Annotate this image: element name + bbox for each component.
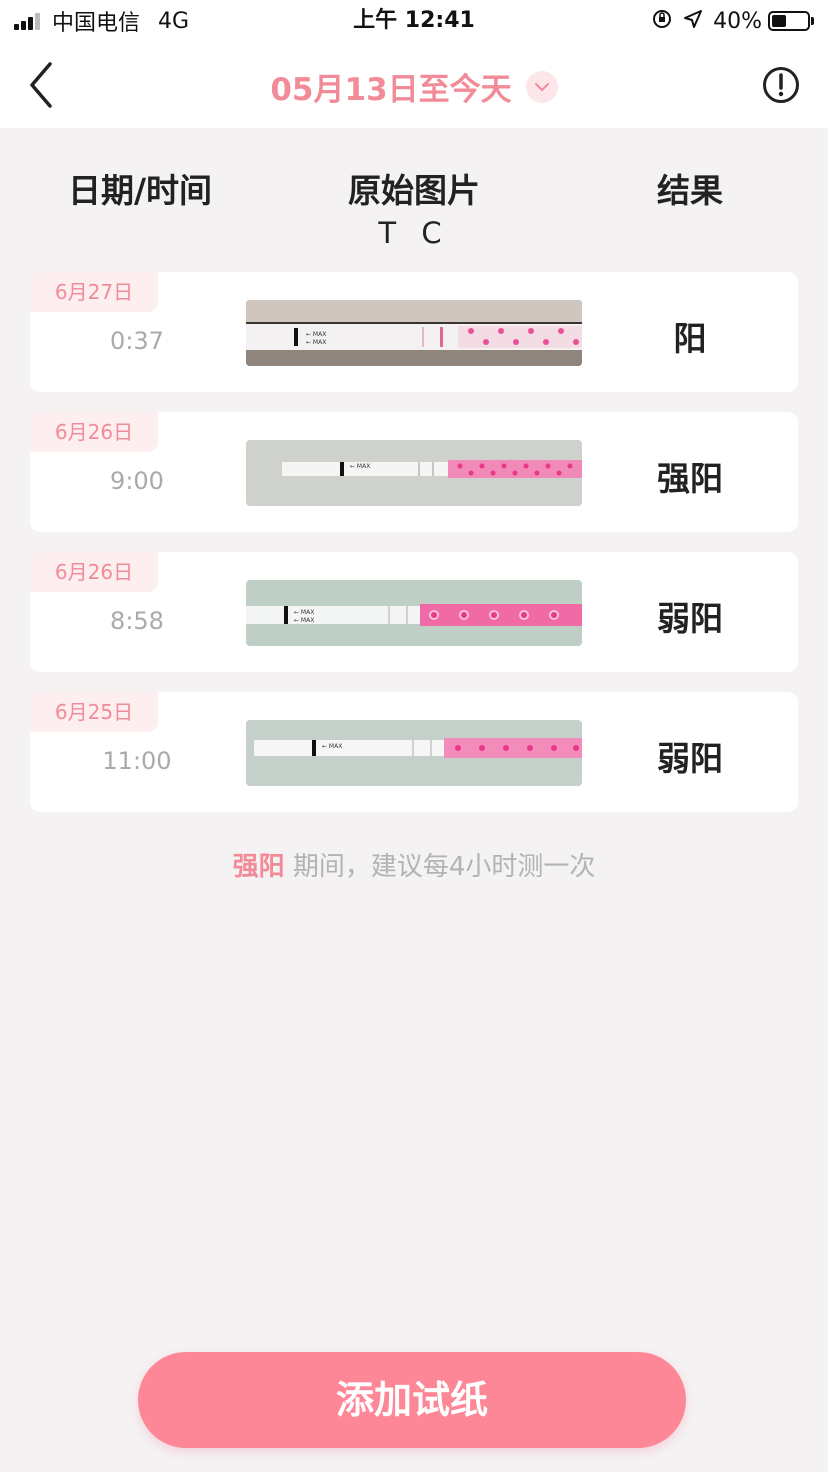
hint-highlight: 强阳 — [232, 852, 285, 882]
svg-text:← MAX: ← MAX — [306, 331, 326, 338]
result-label: 阳 — [673, 319, 707, 358]
record-card[interactable]: 6月25日 11:00 ← MAX 弱阳 — [30, 692, 798, 812]
svg-text:← MAX: ← MAX — [294, 609, 314, 616]
test-strip-photo[interactable]: ← MAX — [246, 720, 582, 786]
battery-fill — [772, 15, 786, 27]
chevron-down-icon — [525, 70, 558, 103]
svg-text:← MAX: ← MAX — [322, 743, 342, 750]
add-test-strip-button[interactable]: 添加试纸 — [138, 1352, 686, 1448]
record-card[interactable]: 6月26日 9:00 ← MAX 强阳 — [30, 412, 798, 532]
record-time: 9:00 — [110, 467, 164, 495]
record-time: 0:37 — [110, 327, 164, 355]
record-time: 8:58 — [110, 607, 164, 635]
date-tag: 6月25日 — [30, 692, 158, 732]
svg-text:← MAX: ← MAX — [350, 463, 370, 470]
status-bar: 中国电信 4G 上午 12:41 40% — [0, 0, 828, 42]
orientation-lock-icon — [651, 8, 673, 35]
result-label: 弱阳 — [657, 739, 723, 778]
signal-icon — [14, 12, 42, 30]
battery-icon — [768, 11, 814, 31]
nav-bar: 05月13日至今天 — [0, 42, 828, 128]
result-label: 强阳 — [657, 459, 723, 498]
test-strip-photo[interactable]: ← MAX ← MAX — [246, 580, 582, 646]
back-button[interactable] — [22, 58, 62, 112]
svg-text:← MAX: ← MAX — [306, 339, 326, 346]
carrier-name: 中国电信 — [52, 11, 141, 36]
nav-title-wrapper: 05月13日至今天 — [0, 64, 828, 109]
column-header-date-time: 日期/时间 — [67, 171, 213, 210]
date-tag: 6月26日 — [30, 412, 158, 452]
test-strip-photo[interactable]: ← MAX — [246, 440, 582, 506]
battery-percent: 40% — [713, 8, 762, 34]
date-range-title: 05月13日至今天 — [270, 72, 512, 108]
location-arrow-icon — [683, 9, 703, 34]
date-range-selector[interactable]: 05月13日至今天 — [270, 64, 558, 109]
record-card[interactable]: 6月26日 8:58 ← MAX ← MAX 弱阳 — [30, 552, 798, 672]
result-label: 弱阳 — [657, 599, 723, 638]
hint-text: 期间，建议每4小时测一次 — [284, 852, 596, 882]
testing-hint: 强阳 期间，建议每4小时测一次 — [0, 846, 828, 883]
status-left: 中国电信 4G — [14, 6, 189, 36]
exclamation-circle-icon — [763, 67, 799, 103]
status-right: 40% — [651, 6, 814, 36]
record-card[interactable]: 6月27日 0:37 ← MAX ← MAX 阳 — [30, 272, 798, 392]
date-tag: 6月27日 — [30, 272, 158, 312]
svg-text:← MAX: ← MAX — [294, 617, 314, 624]
chevron-left-icon — [30, 62, 52, 108]
record-time: 11:00 — [102, 747, 172, 775]
column-header-result: 结果 — [657, 171, 723, 210]
test-strip-photo[interactable]: ← MAX ← MAX — [246, 300, 582, 366]
info-button[interactable] — [762, 66, 800, 104]
column-header-original-image: 原始图片 — [348, 171, 480, 210]
column-subheader-tc: T C — [378, 216, 450, 250]
date-tag: 6月26日 — [30, 552, 158, 592]
network-type: 4G — [158, 8, 190, 34]
